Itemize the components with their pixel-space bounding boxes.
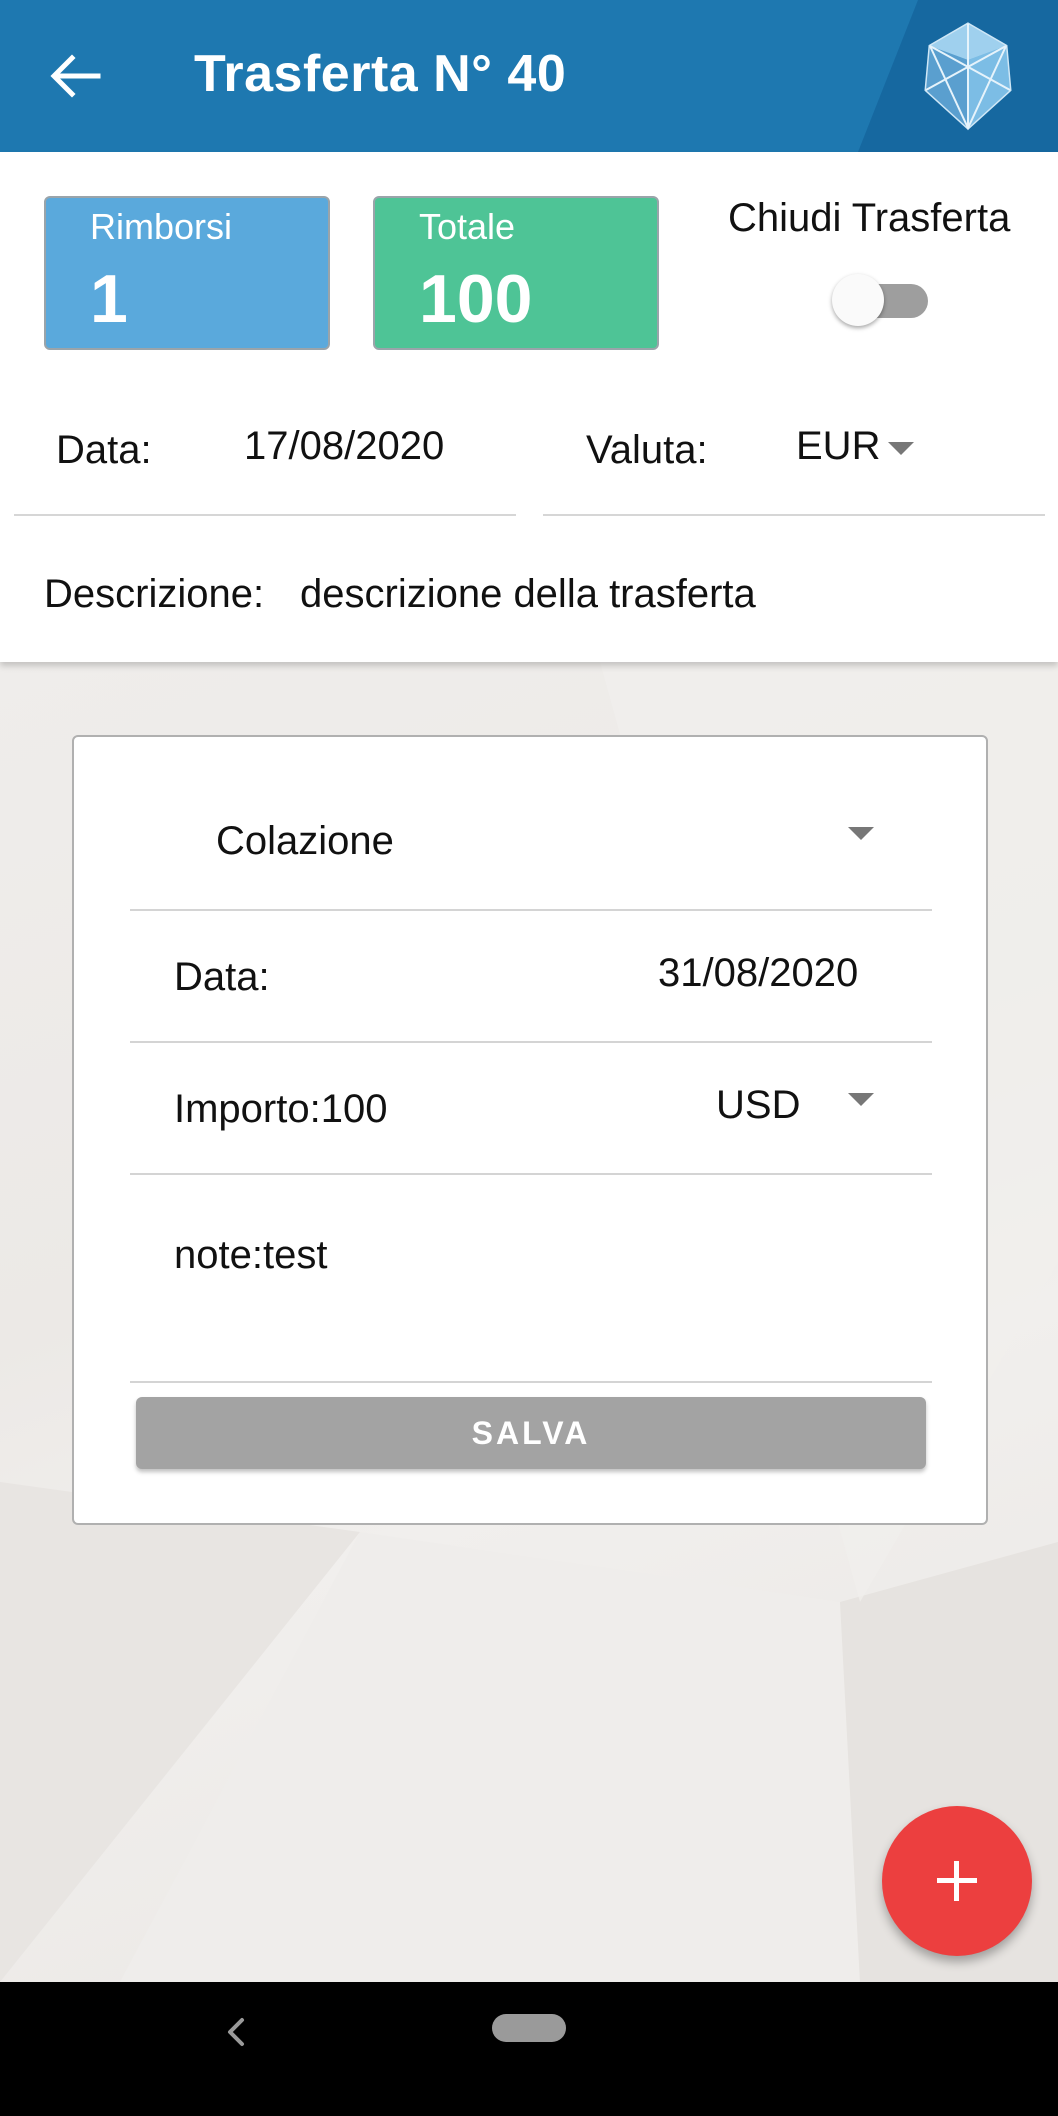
importo-divider (130, 1173, 932, 1175)
save-button[interactable]: SALVA (136, 1397, 926, 1469)
toggle-thumb (832, 274, 884, 326)
valuta-dropdown-icon[interactable] (888, 442, 914, 455)
note-label: note: (174, 1233, 263, 1277)
note-divider (130, 1381, 932, 1383)
valuta-underline (543, 514, 1045, 516)
category-divider (130, 909, 932, 911)
trip-header: Rimborsi 1 Totale 100 Chiudi Trasferta D… (0, 152, 1058, 662)
note-value: test (262, 1233, 328, 1277)
nav-home-pill-icon[interactable] (492, 2014, 566, 2042)
trip-data-underline (14, 514, 516, 516)
data-divider (130, 1041, 932, 1043)
descrizione-label: Descrizione: (44, 572, 265, 616)
nav-back-icon[interactable] (222, 2012, 252, 2052)
app-bar: Trasferta N° 40 (0, 0, 1058, 152)
chiudi-trasferta-label: Chiudi Trasferta (728, 196, 1011, 240)
arrow-left-icon[interactable] (44, 44, 108, 108)
note-field[interactable]: note:test (174, 1233, 327, 1278)
valuta-select[interactable]: EUR (796, 424, 880, 469)
rimborsi-value: 1 (90, 261, 128, 337)
importo-value: 100 (320, 1087, 388, 1131)
expense-form-card: Colazione Data: 31/08/2020 Importo:100 U… (72, 735, 988, 1525)
totale-card: Totale 100 (373, 196, 659, 350)
expense-data-label: Data: (174, 955, 270, 999)
currency-dropdown-icon[interactable] (848, 1093, 874, 1106)
category-dropdown-icon[interactable] (848, 827, 874, 840)
chiudi-trasferta-toggle[interactable] (832, 274, 930, 326)
add-expense-button[interactable] (882, 1806, 1032, 1956)
system-nav-bar (0, 1982, 1058, 2116)
trip-data-field[interactable]: 17/08/2020 (244, 424, 444, 469)
totale-value: 100 (419, 261, 533, 337)
expense-data-field[interactable]: 31/08/2020 (658, 951, 858, 996)
diamond-logo-icon (920, 20, 1016, 132)
page-title: Trasferta N° 40 (194, 45, 567, 103)
currency-select[interactable]: USD (716, 1083, 800, 1128)
importo-field[interactable]: Importo:100 (174, 1087, 387, 1132)
rimborsi-label: Rimborsi (90, 206, 233, 247)
category-select[interactable]: Colazione (216, 819, 394, 864)
rimborsi-card: Rimborsi 1 (44, 196, 330, 350)
importo-label: Importo: (174, 1087, 321, 1131)
descrizione-value[interactable]: descrizione della trasferta (300, 572, 756, 617)
valuta-label: Valuta: (586, 428, 708, 472)
trip-data-label: Data: (56, 428, 152, 472)
totale-label: Totale (419, 206, 516, 247)
